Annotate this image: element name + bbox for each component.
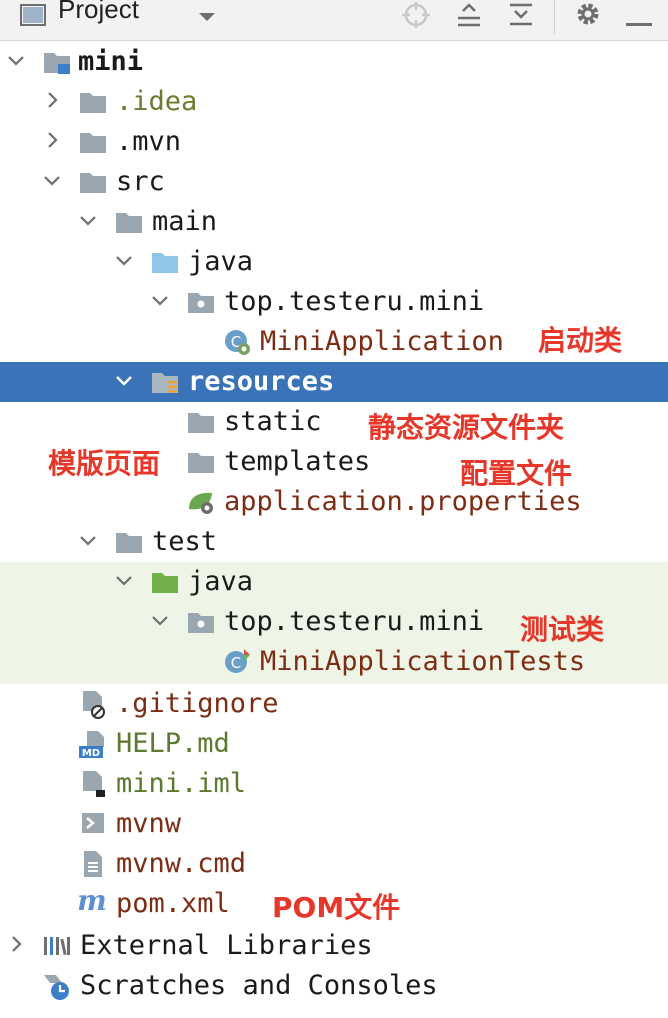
tree-row-mini[interactable]: mini (0, 42, 668, 82)
chevron-right-icon[interactable] (40, 88, 64, 112)
tree-label: mini (78, 46, 144, 77)
chevron-down-icon[interactable] (40, 168, 64, 192)
folder-icon (114, 207, 144, 237)
tree-label: mini.iml (116, 768, 247, 799)
spring-boot-class-icon: C (222, 327, 252, 357)
chevron-down-icon[interactable] (112, 248, 136, 272)
folder-icon (78, 127, 108, 157)
package-icon (186, 287, 216, 317)
locate-icon[interactable] (402, 2, 430, 32)
annotation-startup-class: 启动类 (538, 324, 623, 357)
chevron-down-icon[interactable] (112, 568, 136, 592)
text-file-icon (78, 849, 108, 879)
chevron-down-icon[interactable] (148, 288, 172, 312)
tree-row-help-md[interactable]: MD HELP.md (0, 724, 668, 764)
tree-row-gitignore[interactable]: .gitignore (0, 684, 668, 724)
tree-label: Scratches and Consoles (80, 970, 438, 1001)
shell-file-icon (78, 809, 108, 839)
chevron-down-icon[interactable] (148, 608, 172, 632)
tree-label: main (152, 206, 218, 237)
folder-icon (186, 447, 216, 477)
tree-label: resources (188, 366, 335, 397)
annotation-pom-file: POM文件 (272, 891, 401, 924)
chevron-right-icon[interactable] (40, 128, 64, 152)
tree-row-external-libraries[interactable]: External Libraries (0, 926, 668, 966)
tree-label: MiniApplicationTests (260, 646, 586, 677)
chevron-down-icon[interactable] (76, 208, 100, 232)
tree-label: java (188, 246, 254, 277)
tree-row-main-java[interactable]: java (0, 242, 668, 282)
tree-row-main[interactable]: main (0, 202, 668, 242)
tree-row-mvnw-cmd[interactable]: mvnw.cmd (0, 844, 668, 884)
spring-properties-icon (186, 487, 216, 517)
resources-folder-icon (150, 367, 180, 397)
module-folder-icon (42, 47, 72, 77)
svg-text:C: C (231, 654, 241, 672)
tree-row-scratches[interactable]: Scratches and Consoles (0, 966, 668, 1006)
package-icon (186, 607, 216, 637)
tree-row-package[interactable]: top.testeru.mini (0, 282, 668, 322)
tree-label: java (188, 566, 254, 597)
chevron-down-icon[interactable] (112, 368, 136, 392)
tree-row-mvnw[interactable]: mvnw (0, 804, 668, 844)
annotation-config-file: 配置文件 (460, 457, 573, 490)
tree-label: HELP.md (116, 728, 230, 759)
tree-row-idea[interactable]: .idea (0, 82, 668, 122)
tree-label: pom.xml (116, 888, 230, 919)
dropdown-icon[interactable] (198, 8, 216, 27)
tree-row-static[interactable]: static (0, 402, 668, 442)
tree-label: top.testeru.mini (224, 286, 485, 317)
tree-row-src[interactable]: src (0, 162, 668, 202)
project-view-icon[interactable] (20, 4, 46, 30)
tree-label: .mvn (116, 126, 182, 157)
libraries-icon (42, 931, 72, 961)
tree-label: top.testeru.mini (224, 606, 485, 637)
ignore-file-icon (78, 689, 108, 719)
tree-row-miniapplicationtests[interactable]: C MiniApplicationTests (0, 642, 668, 682)
annotation-test-class: 测试类 (520, 613, 605, 646)
tree-label: src (116, 166, 165, 197)
project-view-title[interactable]: Project (58, 0, 139, 25)
tree-label: External Libraries (80, 930, 373, 961)
folder-icon (78, 87, 108, 117)
hide-icon[interactable] (626, 12, 652, 31)
tree-row-mini-iml[interactable]: mini.iml (0, 764, 668, 804)
tree-row-test-java[interactable]: java (0, 562, 668, 602)
chevron-down-icon[interactable] (76, 528, 100, 552)
tree-row-test[interactable]: test (0, 522, 668, 562)
svg-text:MD: MD (82, 748, 100, 759)
collapse-all-icon[interactable] (508, 2, 534, 32)
svg-text:m: m (77, 884, 107, 917)
gear-icon[interactable] (574, 0, 602, 32)
chevron-right-icon[interactable] (4, 932, 28, 956)
folder-icon (78, 167, 108, 197)
source-folder-icon (150, 247, 180, 277)
tree-label: .gitignore (116, 688, 279, 719)
tree-label: templates (224, 446, 371, 477)
folder-icon (186, 407, 216, 437)
annotation-static-resources: 静态资源文件夹 (368, 411, 565, 444)
project-toolbar: Project (0, 0, 668, 41)
maven-file-icon: m (76, 884, 107, 917)
tree-label: test (152, 526, 218, 557)
expand-all-icon[interactable] (456, 2, 482, 32)
scratches-icon (42, 971, 72, 1001)
tree-label: mvnw.cmd (116, 848, 247, 879)
iml-file-icon (78, 769, 108, 799)
tree-label: MiniApplication (260, 326, 504, 357)
tree-label: mvnw (116, 808, 182, 839)
test-class-icon: C (222, 647, 252, 677)
toolbar-divider (554, 0, 555, 34)
markdown-file-icon: MD (78, 729, 108, 759)
tree-row-resources[interactable]: resources (0, 362, 668, 402)
tree-label: .idea (116, 86, 198, 117)
annotation-template-pages: 模版页面 (48, 447, 161, 480)
tree-row-mvn[interactable]: .mvn (0, 122, 668, 162)
chevron-down-icon[interactable] (4, 48, 28, 72)
folder-icon (114, 527, 144, 557)
test-folder-icon (150, 567, 180, 597)
tree-label: static (224, 406, 322, 437)
